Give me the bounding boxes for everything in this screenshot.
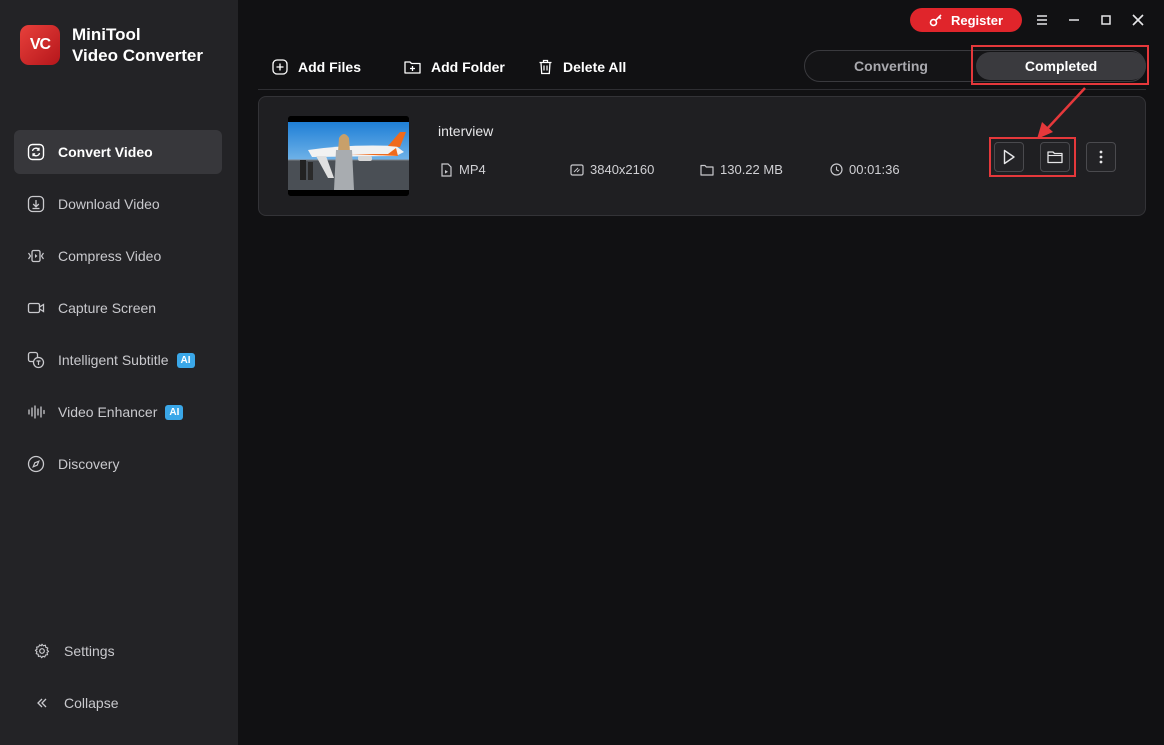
sidebar-nav: Convert Video Download Video Compress Vi… <box>14 130 222 494</box>
completed-tab-highlight-box <box>971 45 1149 85</box>
close-button[interactable] <box>1128 10 1148 30</box>
enhancer-icon <box>26 402 46 422</box>
sidebar-item-intelligent-subtitle[interactable]: Intelligent Subtitle AI <box>14 338 222 382</box>
register-button[interactable]: Register <box>910 8 1022 32</box>
sidebar-item-compress-video[interactable]: Compress Video <box>14 234 222 278</box>
add-folder-label: Add Folder <box>431 59 505 75</box>
file-size: 130.22 MB <box>700 162 783 177</box>
maximize-button[interactable] <box>1096 10 1116 30</box>
sidebar-item-download-video[interactable]: Download Video <box>14 182 222 226</box>
toolbar-divider <box>258 89 1146 90</box>
collapse-label: Collapse <box>64 695 119 711</box>
sidebar-item-label: Intelligent Subtitle <box>58 352 169 368</box>
sidebar-item-convert-video[interactable]: Convert Video <box>14 130 222 174</box>
file-icon <box>441 162 452 177</box>
gear-icon <box>32 641 52 661</box>
minimize-button[interactable] <box>1064 10 1084 30</box>
download-icon <box>26 194 46 214</box>
thumbnail-image <box>288 116 409 196</box>
sidebar-item-label: Capture Screen <box>58 300 157 316</box>
add-files-label: Add Files <box>298 59 362 75</box>
brand-line-1: MiniTool <box>72 25 141 44</box>
settings-label: Settings <box>64 643 115 659</box>
add-file-icon <box>272 59 288 75</box>
file-resolution-value: 3840x2160 <box>590 162 655 177</box>
delete-all-label: Delete All <box>563 59 627 75</box>
compress-icon <box>26 246 46 266</box>
add-folder-icon <box>404 61 421 74</box>
double-chevron-left-icon <box>32 693 52 713</box>
ai-badge: AI <box>176 352 195 368</box>
sidebar-item-label: Video Enhancer <box>58 404 158 420</box>
more-options-button[interactable] <box>1086 142 1116 172</box>
maximize-icon <box>1101 15 1111 25</box>
sidebar-item-label: Convert Video <box>58 144 153 160</box>
hamburger-icon <box>1037 15 1047 25</box>
close-icon <box>1132 14 1144 26</box>
sidebar-item-label: Download Video <box>58 196 160 212</box>
tab-converting[interactable]: Converting <box>806 52 976 80</box>
actions-highlight-box <box>989 137 1076 177</box>
delete-all-button[interactable]: Delete All <box>538 56 626 78</box>
folder-icon <box>700 164 714 176</box>
file-duration: 00:01:36 <box>830 162 900 177</box>
file-size-value: 130.22 MB <box>720 162 783 177</box>
brand: VC MiniTool Video Converter <box>20 24 203 66</box>
sidebar-item-label: Discovery <box>58 456 120 472</box>
subtitle-icon <box>26 350 46 370</box>
add-folder-button[interactable]: Add Folder <box>404 56 505 78</box>
menu-button[interactable] <box>1032 10 1052 30</box>
sidebar-item-label: Compress Video <box>58 248 162 264</box>
minimize-icon <box>1069 19 1079 21</box>
file-format: MP4 <box>440 162 486 177</box>
sidebar: VC MiniTool Video Converter Convert Vide… <box>0 0 238 745</box>
brand-line-2: Video Converter <box>72 46 204 65</box>
register-label: Register <box>950 12 1004 28</box>
file-format-value: MP4 <box>459 162 486 177</box>
more-vertical-icon <box>1099 150 1103 164</box>
sidebar-item-discovery[interactable]: Discovery <box>14 442 222 486</box>
video-thumbnail[interactable] <box>288 116 409 196</box>
file-name: interview <box>438 123 494 139</box>
sidebar-item-capture-screen[interactable]: Capture Screen <box>14 286 222 330</box>
brand-name: MiniTool Video Converter <box>72 24 203 66</box>
add-files-button[interactable]: Add Files <box>272 56 361 78</box>
camera-icon <box>26 298 46 318</box>
file-resolution: 3840x2160 <box>570 162 654 177</box>
file-duration-value: 00:01:36 <box>849 162 900 177</box>
clock-icon <box>830 163 843 176</box>
compass-icon <box>26 454 46 474</box>
sidebar-bottom: Settings Collapse <box>22 630 222 734</box>
convert-icon <box>26 142 46 162</box>
trash-icon <box>539 59 552 75</box>
ai-badge: AI <box>165 404 184 420</box>
key-icon <box>929 14 942 27</box>
settings-button[interactable]: Settings <box>22 630 222 672</box>
app-logo: VC <box>20 25 60 65</box>
collapse-button[interactable]: Collapse <box>22 682 222 724</box>
sidebar-item-video-enhancer[interactable]: Video Enhancer AI <box>14 390 222 434</box>
resolution-icon <box>570 163 584 176</box>
